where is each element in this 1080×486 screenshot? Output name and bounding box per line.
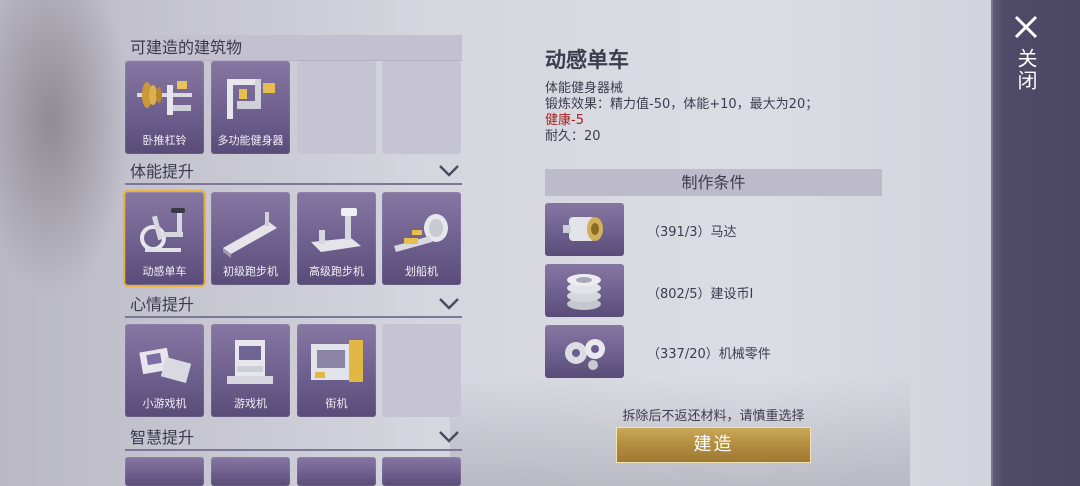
slot-label: 高级跑步机 <box>309 265 364 278</box>
slot-label: 卧推杠铃 <box>142 134 187 147</box>
building-slot-basic-treadmill[interactable]: 初级跑步机 <box>211 192 290 285</box>
barbell-bench-icon <box>137 81 192 115</box>
detail-durability: 耐久：20 <box>545 129 601 144</box>
requirement-icon-slot[interactable] <box>545 264 624 317</box>
building-slot-partial[interactable] <box>382 457 461 486</box>
detail-title: 动感单车 <box>545 48 629 72</box>
slot-label: 多功能健身器 <box>217 134 284 147</box>
category-header-stamina[interactable]: 体能提升 <box>125 159 462 185</box>
exercise-bike-icon <box>140 208 185 252</box>
empty-slot <box>382 61 461 154</box>
chevron-down-icon <box>439 165 459 177</box>
build-button[interactable]: 建造 <box>616 427 811 463</box>
requirement-parts: （337/20）机械零件 <box>647 347 771 362</box>
slot-label: 初级跑步机 <box>223 265 278 278</box>
empty-slot <box>297 61 376 154</box>
demolish-warning: 拆除后不返还材料，请慎重选择 <box>622 409 805 424</box>
arcade-machine-icon <box>311 340 363 382</box>
category-header-wisdom[interactable]: 智慧提升 <box>125 425 462 451</box>
detail-effect: 锻炼效果：精力值-50，体能+10，最大为20； <box>545 97 819 112</box>
slot-label: 动感单车 <box>142 265 187 278</box>
category-title: 智慧提升 <box>130 428 195 447</box>
building-slot-multi-gym[interactable]: 多功能健身器 <box>211 61 290 154</box>
building-slot-advanced-treadmill[interactable]: 高级跑步机 <box>297 192 376 285</box>
advanced-treadmill-icon <box>311 208 361 252</box>
background-character <box>0 0 130 300</box>
building-slot-game-console[interactable]: 游戏机 <box>211 324 290 417</box>
chevron-down-icon <box>439 431 459 443</box>
building-slot-partial[interactable] <box>125 457 204 486</box>
category-title: 心情提升 <box>130 295 195 314</box>
buildable-title: 可建造的建筑物 <box>130 38 243 57</box>
building-slot-rowing-machine[interactable]: 划船机 <box>382 192 461 285</box>
chevron-down-icon <box>439 298 459 310</box>
requirement-icon-slot[interactable] <box>545 203 624 256</box>
arcade-cabinet-icon <box>227 340 273 384</box>
buildable-section-header: 可建造的建筑物 <box>125 35 462 61</box>
multi-gym-icon <box>227 79 275 119</box>
building-slot-partial[interactable] <box>211 457 290 486</box>
requirement-coin: （802/5）建设币I <box>647 287 754 302</box>
close-icon[interactable] <box>1014 15 1038 39</box>
category-header-mood[interactable]: 心情提升 <box>125 292 462 318</box>
requirement-motor: （391/3）马达 <box>647 225 737 240</box>
building-slot-exercise-bike[interactable]: 动感单车 <box>125 192 204 285</box>
building-slot-arcade[interactable]: 街机 <box>297 324 376 417</box>
requirements-header: 制作条件 <box>545 169 882 196</box>
building-slot-bench-press[interactable]: 卧推杠铃 <box>125 61 204 154</box>
handheld-console-icon <box>139 347 192 384</box>
rowing-machine-icon <box>394 214 448 252</box>
empty-slot <box>382 324 461 417</box>
building-slot-partial[interactable] <box>297 457 376 486</box>
coin-stack-icon <box>567 274 601 310</box>
slot-label: 游戏机 <box>234 397 267 410</box>
gears-icon <box>565 339 605 370</box>
slot-label: 街机 <box>325 397 348 410</box>
close-label[interactable]: 关闭 <box>1013 48 1041 92</box>
slot-label: 划船机 <box>405 265 438 278</box>
category-title: 体能提升 <box>130 162 195 181</box>
slot-label: 小游戏机 <box>142 397 187 410</box>
motor-icon <box>563 217 603 241</box>
basic-treadmill-icon <box>223 212 277 258</box>
building-slot-handheld-console[interactable]: 小游戏机 <box>125 324 204 417</box>
requirement-icon-slot[interactable] <box>545 325 624 378</box>
